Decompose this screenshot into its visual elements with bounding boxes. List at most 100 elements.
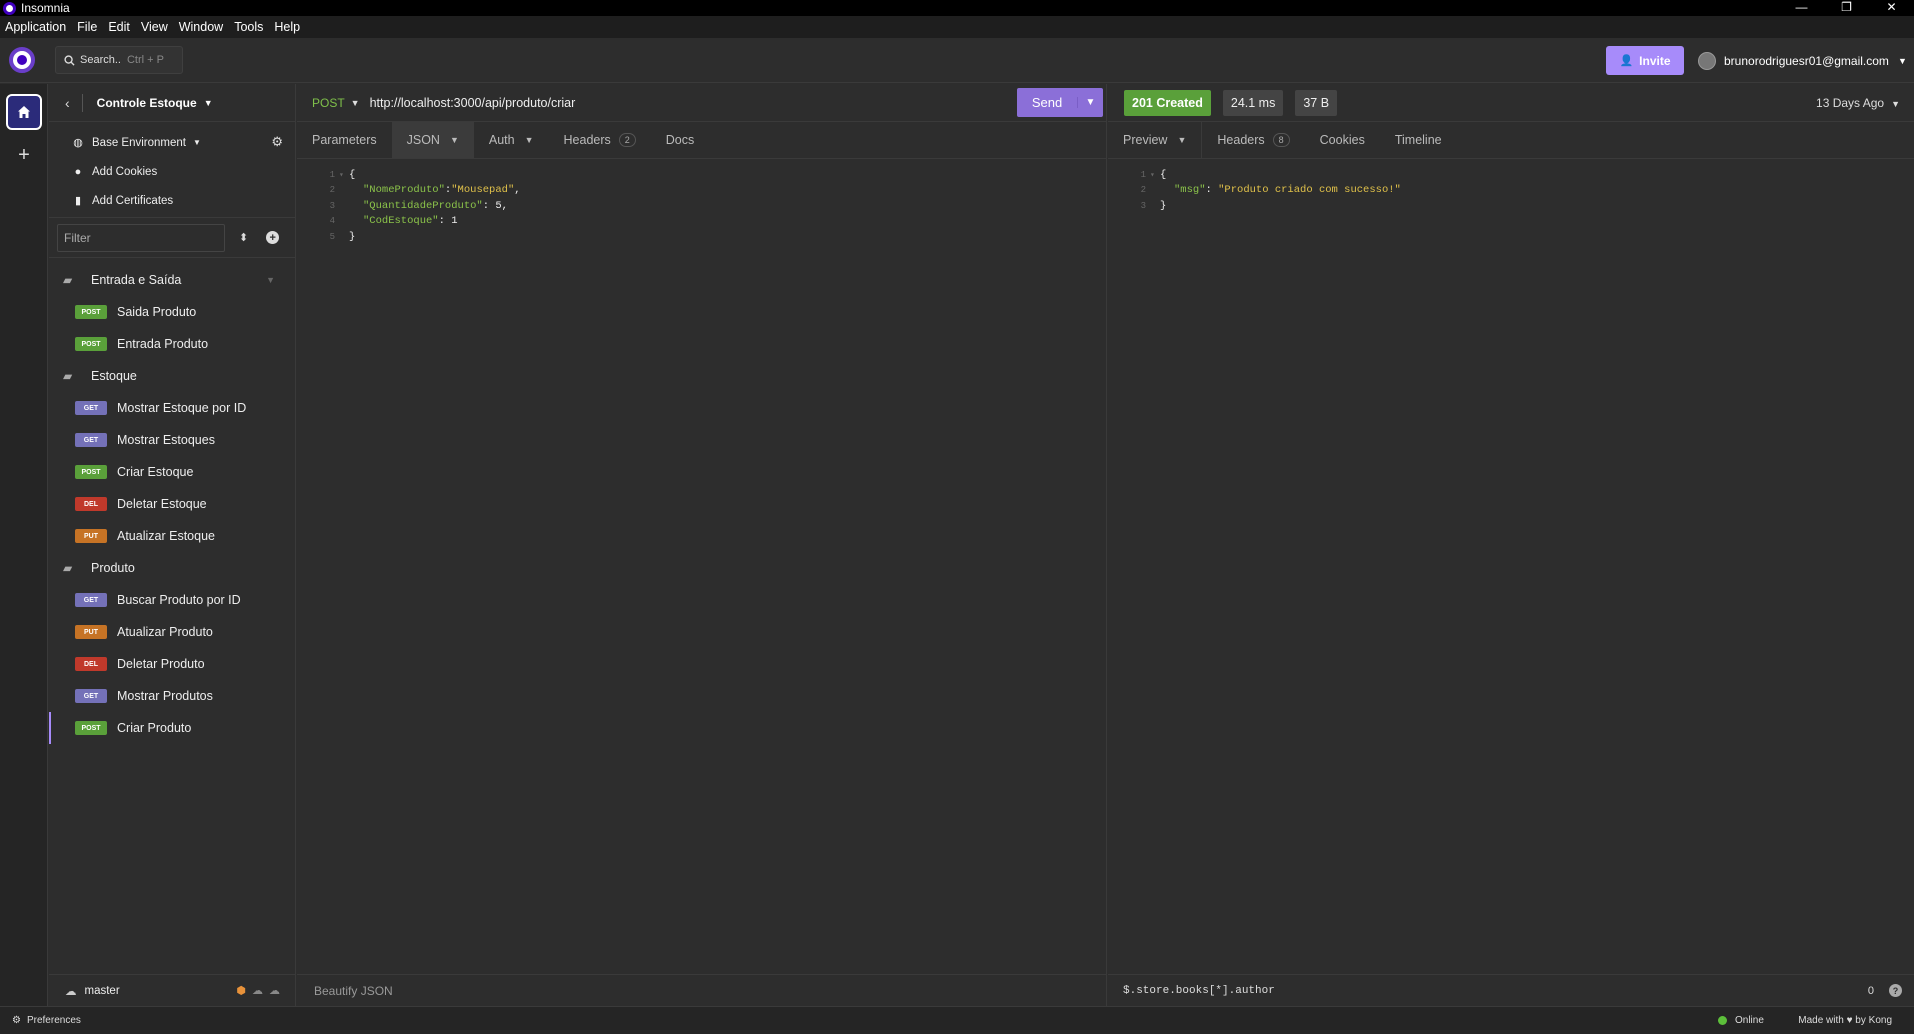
search-button[interactable]: Search.. Ctrl + P — [55, 46, 183, 74]
pull-icon[interactable]: ☁ — [252, 984, 263, 997]
fold-icon[interactable]: ▾ — [339, 170, 349, 180]
send-label: Send — [1031, 95, 1063, 110]
method-badge: GET — [75, 401, 107, 415]
tab-preview[interactable]: Preview ▼ — [1108, 122, 1203, 158]
request-label: Mostrar Estoque por ID — [117, 401, 247, 415]
branch-label[interactable]: master — [85, 985, 120, 997]
add-cookies-button[interactable]: ● Add Cookies — [49, 157, 295, 186]
request-label: Deletar Estoque — [117, 497, 207, 511]
json-body-editor[interactable]: 1 ▾{ 2 "NomeProduto": "Mousepad", 3 "Quantid… — [297, 159, 1106, 245]
json-key: "msg" — [1174, 184, 1206, 197]
add-project-icon[interactable]: + — [0, 144, 48, 167]
add-certificates-button[interactable]: ▮ Add Certificates — [49, 186, 295, 215]
tab-docs[interactable]: Docs — [651, 122, 709, 158]
environment-section: ◍ Base Environment ▼ ● Add Cookies ▮ Add… — [49, 122, 295, 218]
search-shortcut-hint: Ctrl + P — [126, 54, 164, 66]
request-label: Entrada Produto — [117, 337, 209, 351]
environment-dropdown[interactable]: ◍ Base Environment ▼ — [49, 128, 295, 157]
tab-cookies[interactable]: Cookies — [1305, 122, 1380, 158]
made-with-link[interactable]: Made with ♥ by Kong — [1798, 1015, 1892, 1026]
sort-icon[interactable]: ⬍ — [239, 231, 248, 244]
request-label: Criar Produto — [117, 721, 192, 735]
folder-produto[interactable]: ▰ Produto — [49, 552, 295, 584]
chevron-down-icon: ▼ — [1177, 135, 1187, 145]
tab-parameters[interactable]: Parameters — [297, 122, 392, 158]
minimize-icon[interactable]: — — [1779, 0, 1824, 16]
response-filter-input[interactable]: $.store.books[*].author — [1123, 985, 1275, 997]
chevron-down-icon[interactable]: ▼ — [266, 275, 275, 285]
response-preview[interactable]: 1 ▾{ 2 "msg": "Produto criado com sucesso!… — [1108, 159, 1914, 214]
request-item[interactable]: POST Saida Produto — [49, 296, 295, 328]
chevron-down-icon[interactable]: ▼ — [351, 98, 360, 108]
request-item[interactable]: GET Mostrar Estoque por ID — [49, 392, 295, 424]
request-item[interactable]: GET Mostrar Produtos — [49, 680, 295, 712]
help-icon[interactable]: ? — [1889, 984, 1902, 997]
close-icon[interactable]: ✕ — [1869, 0, 1914, 16]
menu-window[interactable]: Window — [174, 20, 229, 34]
folder-entrada-e-saida[interactable]: ▰ Entrada e Saída ▼ — [49, 264, 295, 296]
account-email: brunorodriguesr01@gmail.com — [1724, 53, 1889, 68]
invite-button[interactable]: 👤 Invite — [1606, 46, 1684, 75]
count-badge: 8 — [1272, 133, 1290, 147]
app-logo-icon[interactable] — [9, 47, 35, 73]
request-item[interactable]: PUT Atualizar Estoque — [49, 520, 295, 552]
request-item[interactable]: GET Buscar Produto por ID — [49, 584, 295, 616]
push-icon[interactable]: ☁ — [269, 984, 280, 997]
method-badge: POST — [75, 305, 107, 319]
menu-file[interactable]: File — [72, 20, 103, 34]
add-request-icon[interactable]: + — [266, 231, 280, 244]
back-arrow-icon[interactable]: ‹ — [65, 95, 70, 111]
request-item[interactable]: POST Entrada Produto — [49, 328, 295, 360]
add-cookies-label: Add Cookies — [92, 165, 158, 178]
request-label: Mostrar Produtos — [117, 689, 213, 703]
beautify-json-button[interactable]: Beautify JSON — [314, 984, 393, 998]
commit-icon[interactable]: ⬢ — [236, 984, 246, 997]
method-badge: PUT — [75, 529, 107, 543]
tab-auth[interactable]: Auth ▼ — [474, 122, 549, 158]
menu-tools[interactable]: Tools — [229, 20, 269, 34]
preferences-button[interactable]: ⚙ Preferences — [12, 1015, 81, 1026]
fold-icon[interactable]: ▾ — [1150, 170, 1160, 180]
send-button[interactable]: Send ▼ — [1017, 88, 1103, 117]
tab-json[interactable]: JSON ▼ — [391, 122, 474, 158]
request-item[interactable]: DEL Deletar Produto — [49, 648, 295, 680]
chevron-down-icon[interactable]: ▼ — [1077, 97, 1103, 108]
request-item[interactable]: POST Criar Estoque — [49, 456, 295, 488]
menu-help[interactable]: Help — [269, 20, 306, 34]
code-text: { — [349, 168, 356, 181]
home-button[interactable] — [6, 94, 42, 130]
json-key: "CodEstoque" — [363, 215, 439, 228]
folder-estoque[interactable]: ▰ Estoque — [49, 360, 295, 392]
request-item[interactable]: GET Mostrar Estoques — [49, 424, 295, 456]
divider — [81, 93, 83, 112]
tab-headers[interactable]: Headers 2 — [549, 122, 651, 158]
menu-edit[interactable]: Edit — [103, 20, 136, 34]
app-status-bar: ⚙ Preferences Online Made with ♥ by Kong — [0, 1006, 1914, 1034]
code-text: } — [349, 230, 356, 243]
request-item[interactable]: PUT Atualizar Produto — [49, 616, 295, 648]
chevron-down-icon[interactable]: ▼ — [204, 98, 213, 108]
account-menu[interactable]: brunorodriguesr01@gmail.com ▼ — [1698, 46, 1907, 75]
chevron-down-icon: ▼ — [524, 135, 534, 145]
menu-application[interactable]: Application — [0, 20, 72, 34]
folder-open-icon: ▰ — [63, 273, 73, 287]
git-sync-footer: ☁ master ⬢ ☁ ☁ — [49, 974, 296, 1006]
code-line: 2 "msg": "Produto criado com sucesso!" — [1108, 183, 1914, 199]
history-dropdown[interactable]: 13 Days Ago ▼ — [1816, 96, 1900, 110]
sync-icons: ⬢ ☁ ☁ — [236, 984, 280, 997]
request-label: Atualizar Estoque — [117, 529, 215, 543]
filter-input[interactable] — [57, 223, 225, 252]
project-dropdown[interactable]: Controle Estoque — [97, 96, 197, 110]
request-item-active[interactable]: POST Criar Produto — [49, 712, 295, 744]
tab-headers[interactable]: Headers 8 — [1202, 122, 1304, 158]
tab-timeline[interactable]: Timeline — [1380, 122, 1457, 158]
request-item[interactable]: DEL Deletar Estoque — [49, 488, 295, 520]
method-dropdown[interactable]: POST — [312, 96, 345, 110]
menu-view[interactable]: View — [136, 20, 174, 34]
chevron-down-icon: ▼ — [192, 138, 201, 147]
gear-icon[interactable]: ⚙ — [271, 134, 283, 150]
url-input[interactable]: http://localhost:3000/api/produto/criar — [370, 96, 576, 110]
response-status-bar: 201 Created 24.1 ms 37 B 13 Days Ago ▼ — [1108, 84, 1914, 122]
restore-icon[interactable]: ❐ — [1824, 0, 1869, 16]
folder-label: Entrada e Saída — [91, 273, 182, 287]
